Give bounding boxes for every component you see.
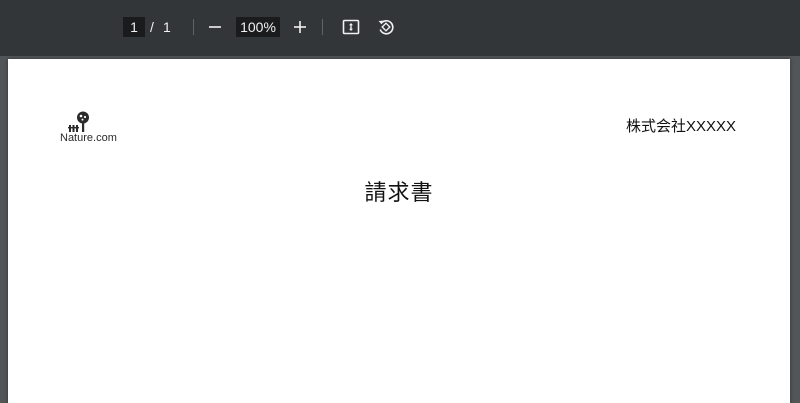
fit-to-page-icon [342, 19, 360, 35]
toolbar-divider [322, 19, 323, 35]
document-title: 請求書 [364, 180, 434, 205]
company-name: 株式会社XXXXX [625, 118, 736, 135]
toolbar-divider [193, 19, 194, 35]
page-separator: / [150, 19, 154, 35]
pdf-viewer: / 1 [0, 0, 800, 403]
zoom-out-button[interactable] [202, 14, 228, 40]
plus-icon [294, 21, 306, 33]
document-page: Nature.com 株式会社XXXXX 請求書 [8, 59, 790, 403]
fit-to-page-button[interactable] [338, 14, 364, 40]
page-number-input[interactable] [123, 17, 145, 37]
tree-logo-icon [68, 111, 89, 132]
rotate-icon [378, 19, 394, 35]
page-total: 1 [163, 19, 171, 35]
minus-icon [209, 26, 221, 28]
zoom-in-button[interactable] [287, 14, 313, 40]
company-logo: Nature.com [60, 111, 130, 147]
document-area[interactable]: Nature.com 株式会社XXXXX 請求書 [0, 56, 800, 403]
logo-text: Nature.com [60, 132, 117, 144]
viewer-toolbar: / 1 [0, 0, 800, 56]
zoom-level-input[interactable] [236, 17, 280, 37]
rotate-button[interactable] [373, 14, 399, 40]
